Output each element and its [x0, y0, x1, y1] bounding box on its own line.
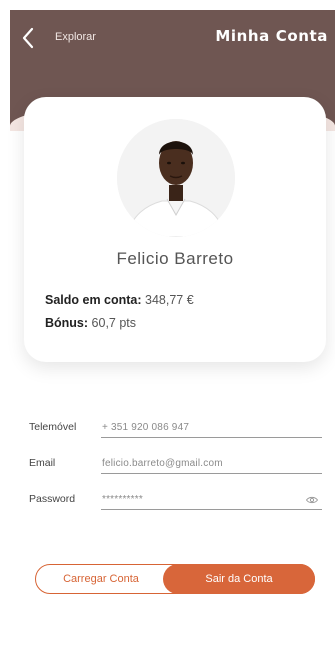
password-label: Password [29, 493, 76, 505]
phone-label: Telemóvel [29, 421, 77, 433]
page-title: Minha Conta [215, 27, 328, 45]
account-actions: Carregar Conta Sair da Conta [35, 564, 315, 594]
balance-line: Saldo em conta: 348,77 € [45, 293, 194, 307]
avatar-image [117, 119, 235, 237]
email-label: Email [29, 457, 56, 469]
phone-row: Telemóvel + 351 920 086 947 [29, 418, 322, 440]
email-field[interactable]: felicio.barreto@gmail.com [101, 454, 322, 474]
eye-icon[interactable] [306, 496, 318, 504]
balance-label: Saldo em conta: [45, 293, 142, 307]
bonus-label: Bónus: [45, 316, 89, 330]
avatar [117, 119, 235, 237]
bonus-line: Bónus: 60,7 pts [45, 316, 136, 330]
password-value: ********** [102, 494, 143, 505]
email-row: Email felicio.barreto@gmail.com [29, 454, 322, 476]
password-row: Password ********** [29, 490, 322, 512]
chevron-left-icon [22, 27, 34, 49]
logout-button[interactable]: Sair da Conta [163, 564, 315, 594]
load-account-button[interactable]: Carregar Conta [36, 565, 166, 593]
back-button[interactable] [18, 26, 38, 50]
balance-value: 348,77 € [145, 293, 194, 307]
user-name: Felicio Barreto [116, 249, 234, 268]
password-field[interactable]: ********** [101, 490, 322, 510]
bonus-value: 60,7 pts [91, 316, 137, 330]
phone-field[interactable]: + 351 920 086 947 [101, 418, 322, 438]
profile-card: Felicio Barreto Saldo em conta: 348,77 €… [24, 97, 326, 362]
back-label[interactable]: Explorar [55, 31, 96, 43]
header: Explorar Minha Conta [10, 10, 335, 66]
